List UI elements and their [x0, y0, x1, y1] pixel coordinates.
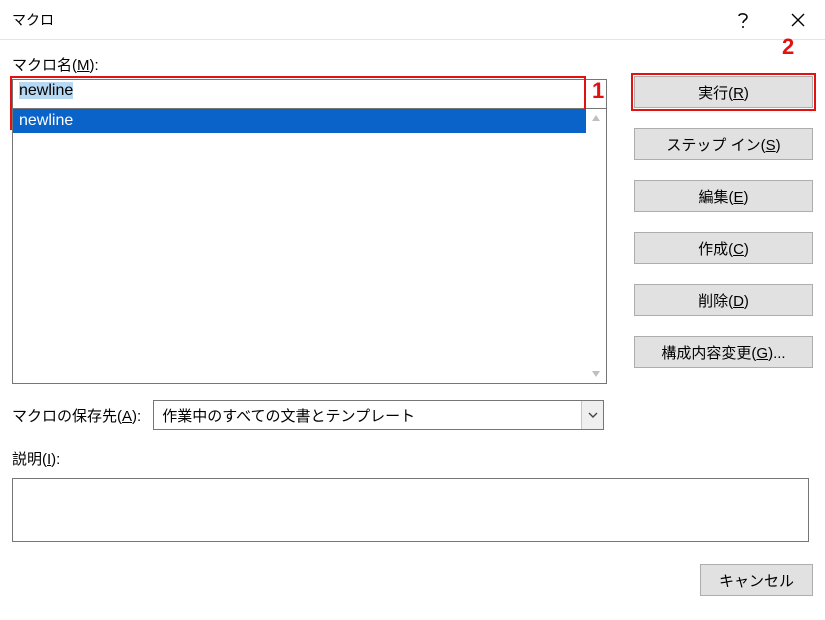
main-row: 1 マクロ名(M): newline newline: [12, 54, 813, 384]
description-box[interactable]: [12, 478, 809, 542]
delete-text: 削除(: [698, 293, 733, 310]
macro-name-label: マクロ名(M):: [12, 54, 612, 75]
description-label: 説明(I):: [12, 448, 813, 469]
run-button[interactable]: 実行(R): [634, 76, 813, 108]
macro-location-row: マクロの保存先(A): 作業中のすべての文書とテンプレート: [12, 400, 813, 430]
macro-list-area: newline: [13, 109, 586, 383]
create-key: C: [733, 241, 744, 258]
bottom-row: キャンセル: [12, 564, 813, 596]
select-value: 作業中のすべての文書とテンプレート: [154, 405, 581, 426]
help-button[interactable]: [715, 0, 770, 40]
create-text: 作成(: [698, 241, 733, 258]
step-in-text: ステップ イン(: [666, 137, 765, 154]
edit-button[interactable]: 編集(E): [634, 180, 813, 212]
macro-location-label: マクロの保存先(A):: [12, 405, 141, 426]
run-button-text: 実行(: [698, 85, 733, 102]
macro-name-value: newline: [19, 82, 73, 99]
macro-location-key: A: [122, 408, 132, 425]
create-button[interactable]: 作成(C): [634, 232, 813, 264]
dialog-content: 2 1 マクロ名(M): newline newline: [0, 40, 825, 620]
delete-key: D: [733, 293, 744, 310]
edit-text: 編集(: [698, 189, 733, 206]
scroll-up-icon[interactable]: [591, 112, 601, 124]
chevron-down-icon[interactable]: [581, 401, 603, 429]
organizer-suffix: )...: [768, 345, 786, 362]
organizer-text: 構成内容変更(: [661, 345, 756, 362]
dialog-title: マクロ: [12, 10, 715, 30]
delete-button[interactable]: 削除(D): [634, 284, 813, 316]
description-suffix: ):: [51, 451, 60, 468]
macro-location-text: マクロの保存先(: [12, 408, 122, 425]
annotation-2: 2: [782, 34, 794, 60]
macro-name-input[interactable]: newline: [12, 79, 607, 109]
cancel-button[interactable]: キャンセル: [700, 564, 813, 596]
scroll-down-icon[interactable]: [591, 368, 601, 380]
macro-name-label-text: マクロ名(: [12, 57, 77, 74]
macro-location-suffix: ):: [132, 408, 141, 425]
titlebar: マクロ: [0, 0, 825, 40]
macro-name-accesskey: M: [77, 57, 90, 74]
step-in-suffix: ): [776, 137, 781, 154]
delete-suffix: ): [744, 293, 749, 310]
select-box[interactable]: 作業中のすべての文書とテンプレート: [153, 400, 604, 430]
macro-location-select[interactable]: 作業中のすべての文書とテンプレート: [153, 400, 604, 430]
right-column: 実行(R) ステップ イン(S) 編集(E) 作成(C) 削除(D) 構成内容変…: [634, 54, 813, 384]
edit-suffix: ): [744, 189, 749, 206]
step-in-key: S: [766, 137, 776, 154]
titlebar-buttons: [715, 0, 825, 40]
run-button-key: R: [733, 85, 744, 102]
macro-name-label-suffix: ):: [90, 57, 99, 74]
list-item[interactable]: newline: [13, 109, 586, 133]
left-column: 1 マクロ名(M): newline newline: [12, 54, 612, 384]
create-suffix: ): [744, 241, 749, 258]
macro-dialog: マクロ 2 1 マクロ名(M):: [0, 0, 825, 620]
organizer-button[interactable]: 構成内容変更(G)...: [634, 336, 813, 368]
annotation-1: 1: [592, 78, 604, 104]
edit-key: E: [733, 189, 743, 206]
description-text: 説明(: [12, 451, 47, 468]
step-in-button[interactable]: ステップ イン(S): [634, 128, 813, 160]
macro-listbox[interactable]: newline: [12, 109, 607, 384]
list-scrollbar[interactable]: [586, 109, 606, 383]
run-button-suffix: ): [744, 85, 749, 102]
organizer-key: G: [756, 345, 768, 362]
close-button[interactable]: [770, 0, 825, 40]
